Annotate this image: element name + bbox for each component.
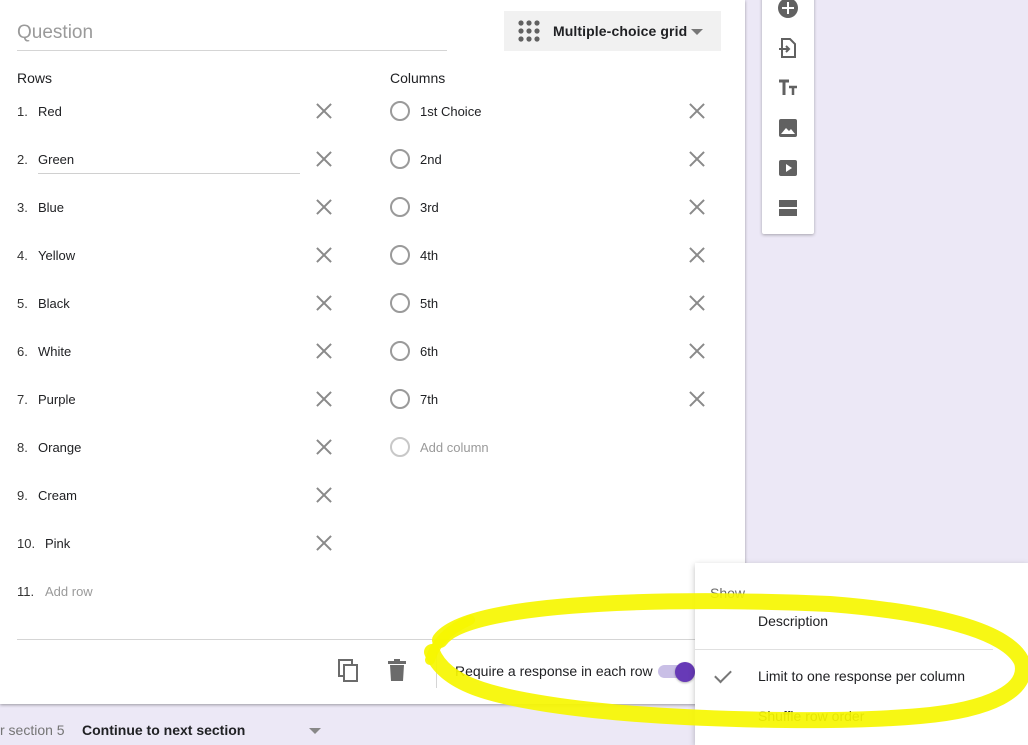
add-title-icon[interactable] (778, 78, 798, 98)
remove-row-icon[interactable] (316, 343, 332, 359)
menu-item-shuffle-rows[interactable]: Shuffle row order (758, 708, 864, 724)
require-response-label: Require a response in each row (455, 663, 653, 679)
remove-row-icon[interactable] (316, 535, 332, 551)
radio-icon (390, 389, 410, 409)
row-input-underline (38, 173, 300, 174)
column-label[interactable]: 5th (420, 296, 438, 311)
menu-item-description[interactable]: Description (758, 613, 828, 629)
row-number: 7. (17, 392, 28, 407)
footer-vertical-divider (436, 652, 437, 688)
check-icon (714, 665, 732, 684)
row-number: 3. (17, 200, 28, 215)
row-number: 4. (17, 248, 28, 263)
column-label[interactable]: 2nd (420, 152, 442, 167)
row-label[interactable]: Red (38, 104, 62, 119)
menu-item-limit-one-per-column[interactable]: Limit to one response per column (758, 668, 965, 684)
row-number: 8. (17, 440, 28, 455)
row-label[interactable]: Black (38, 296, 70, 311)
row-number: 6. (17, 344, 28, 359)
radio-icon (390, 101, 410, 121)
remove-column-icon[interactable] (689, 103, 705, 119)
remove-row-icon[interactable] (316, 487, 332, 503)
row-label[interactable]: Orange (38, 440, 81, 455)
columns-heading: Columns (390, 70, 446, 86)
remove-column-icon[interactable] (689, 391, 705, 407)
remove-column-icon[interactable] (689, 343, 705, 359)
remove-row-icon[interactable] (316, 199, 332, 215)
remove-column-icon[interactable] (689, 247, 705, 263)
row-number: 2. (17, 152, 28, 167)
row-label[interactable]: Yellow (38, 248, 75, 263)
chevron-down-icon[interactable] (309, 728, 321, 734)
question-type-dropdown[interactable]: Multiple-choice grid (504, 11, 721, 51)
column-label[interactable]: 4th (420, 248, 438, 263)
row-number: 10. (17, 536, 36, 551)
remove-row-icon[interactable] (316, 439, 332, 455)
add-image-icon[interactable] (778, 118, 798, 138)
radio-icon (390, 293, 410, 313)
add-section-icon[interactable] (778, 198, 798, 218)
row-label[interactable]: White (38, 344, 71, 359)
row-label[interactable]: Blue (38, 200, 64, 215)
row-number: 5. (17, 296, 28, 311)
add-question-icon[interactable] (778, 0, 798, 18)
column-label[interactable]: 3rd (420, 200, 439, 215)
remove-row-icon[interactable] (316, 247, 332, 263)
remove-row-icon[interactable] (316, 391, 332, 407)
row-label[interactable]: Cream (38, 488, 77, 503)
row-number: 1. (17, 104, 28, 119)
radio-icon (390, 149, 410, 169)
section-after-label: r section 5 (0, 722, 65, 738)
row-number: 9. (17, 488, 28, 503)
column-label[interactable]: 7th (420, 392, 438, 407)
menu-divider (695, 649, 993, 650)
add-row-button[interactable]: Add row (45, 584, 93, 599)
trash-icon[interactable] (388, 659, 406, 681)
add-video-icon[interactable] (778, 158, 798, 178)
row-label[interactable]: Green (38, 152, 74, 167)
rows-heading: Rows (17, 70, 53, 86)
question-input[interactable]: Question (17, 22, 447, 51)
section-nav-dropdown[interactable]: Continue to next section (82, 722, 245, 738)
more-options-menu: Show Description Limit to one response p… (695, 563, 1028, 745)
remove-row-icon[interactable] (316, 295, 332, 311)
question-card: Question Multiple-choice grid Rows Colum… (0, 0, 745, 704)
remove-row-icon[interactable] (316, 103, 332, 119)
toggle-knob[interactable] (675, 662, 695, 682)
row-label[interactable]: Purple (38, 392, 76, 407)
footer-divider (17, 639, 745, 640)
grid-dots-icon (518, 20, 540, 42)
row-label[interactable]: Pink (45, 536, 70, 551)
chevron-down-icon (691, 29, 703, 35)
remove-column-icon[interactable] (689, 295, 705, 311)
radio-icon (390, 341, 410, 361)
menu-heading: Show (710, 585, 746, 601)
import-questions-icon[interactable] (778, 38, 798, 58)
row-number: 11. (17, 584, 35, 599)
column-label[interactable]: 1st Choice (420, 104, 481, 119)
duplicate-icon[interactable] (338, 659, 360, 683)
question-type-label: Multiple-choice grid (553, 23, 688, 39)
remove-row-icon[interactable] (316, 151, 332, 167)
column-label[interactable]: 6th (420, 344, 438, 359)
add-column-button[interactable]: Add column (420, 440, 489, 455)
floating-toolbar (762, 0, 814, 234)
radio-icon (390, 437, 410, 457)
remove-column-icon[interactable] (689, 199, 705, 215)
remove-column-icon[interactable] (689, 151, 705, 167)
radio-icon (390, 245, 410, 265)
radio-icon (390, 197, 410, 217)
